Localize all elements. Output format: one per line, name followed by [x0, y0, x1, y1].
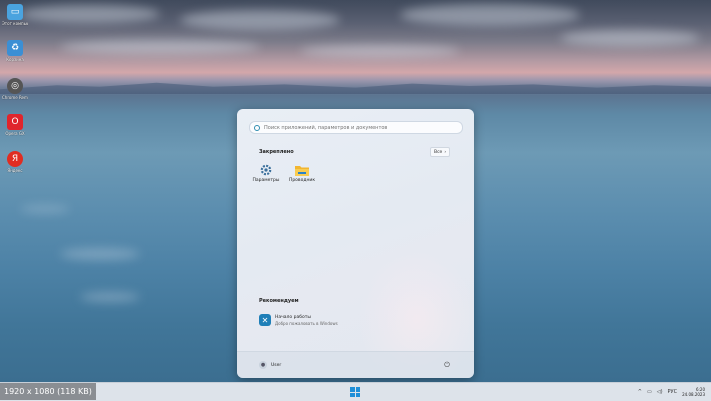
desktop-icon-yandex[interactable]: Я Яндекс: [2, 151, 28, 173]
monitor-icon: ▭: [7, 4, 23, 20]
taskbar: [0, 382, 711, 401]
recycle-bin-icon: ♻: [7, 40, 23, 56]
desktop-icon-this-pc[interactable]: ▭ Этот компьютер: [2, 4, 28, 26]
gear-icon: [259, 164, 273, 176]
search-input[interactable]: [264, 124, 454, 131]
power-icon[interactable]: ⏻: [442, 360, 452, 370]
all-apps-button[interactable]: Все ›: [430, 147, 451, 157]
windows-start-icon[interactable]: [350, 387, 360, 397]
opera-icon: O: [7, 114, 23, 130]
desktop-icon-recycle-bin[interactable]: ♻ Корзина: [2, 40, 28, 62]
search-icon: [254, 124, 260, 131]
user-account-button[interactable]: ● User: [259, 361, 281, 369]
volume-icon[interactable]: ◁): [657, 389, 663, 395]
avatar: ●: [259, 361, 267, 369]
image-size-caption: 1920 x 1080 (118 KB): [0, 383, 96, 400]
desktop-icon-opera[interactable]: O Opera GX: [2, 114, 28, 136]
chevron-right-icon: ›: [444, 149, 447, 155]
system-tray: ^ ▭ ◁) РУС 6:20 24.08.2023: [638, 383, 705, 400]
folder-icon: [295, 164, 309, 176]
search-box[interactable]: [249, 121, 463, 134]
start-footer: ● User ⏻: [237, 351, 474, 378]
start-menu: Закреплено Все › Параметры Проводник Рек…: [237, 109, 474, 378]
desktop-icon-remote-desktop[interactable]: ◎ Chrome Remote Desktop: [2, 78, 28, 100]
chevron-up-icon[interactable]: ^: [638, 389, 642, 395]
network-icon[interactable]: ▭: [647, 389, 652, 395]
recommended-title: Рекомендуем: [259, 298, 299, 304]
clock[interactable]: 6:20 24.08.2023: [682, 387, 705, 397]
pinned-app-explorer[interactable]: Проводник: [285, 164, 319, 183]
yandex-icon: Я: [7, 151, 23, 167]
pinned-title: Закреплено: [259, 149, 294, 155]
pinned-app-settings[interactable]: Параметры: [249, 164, 283, 183]
recommended-item-get-started[interactable]: ✕ Начало работы Добро пожаловать в Windo…: [259, 314, 338, 326]
mountains: [0, 82, 711, 94]
remote-desktop-icon: ◎: [7, 78, 23, 94]
language-indicator[interactable]: РУС: [668, 389, 678, 395]
get-started-icon: ✕: [259, 314, 271, 326]
